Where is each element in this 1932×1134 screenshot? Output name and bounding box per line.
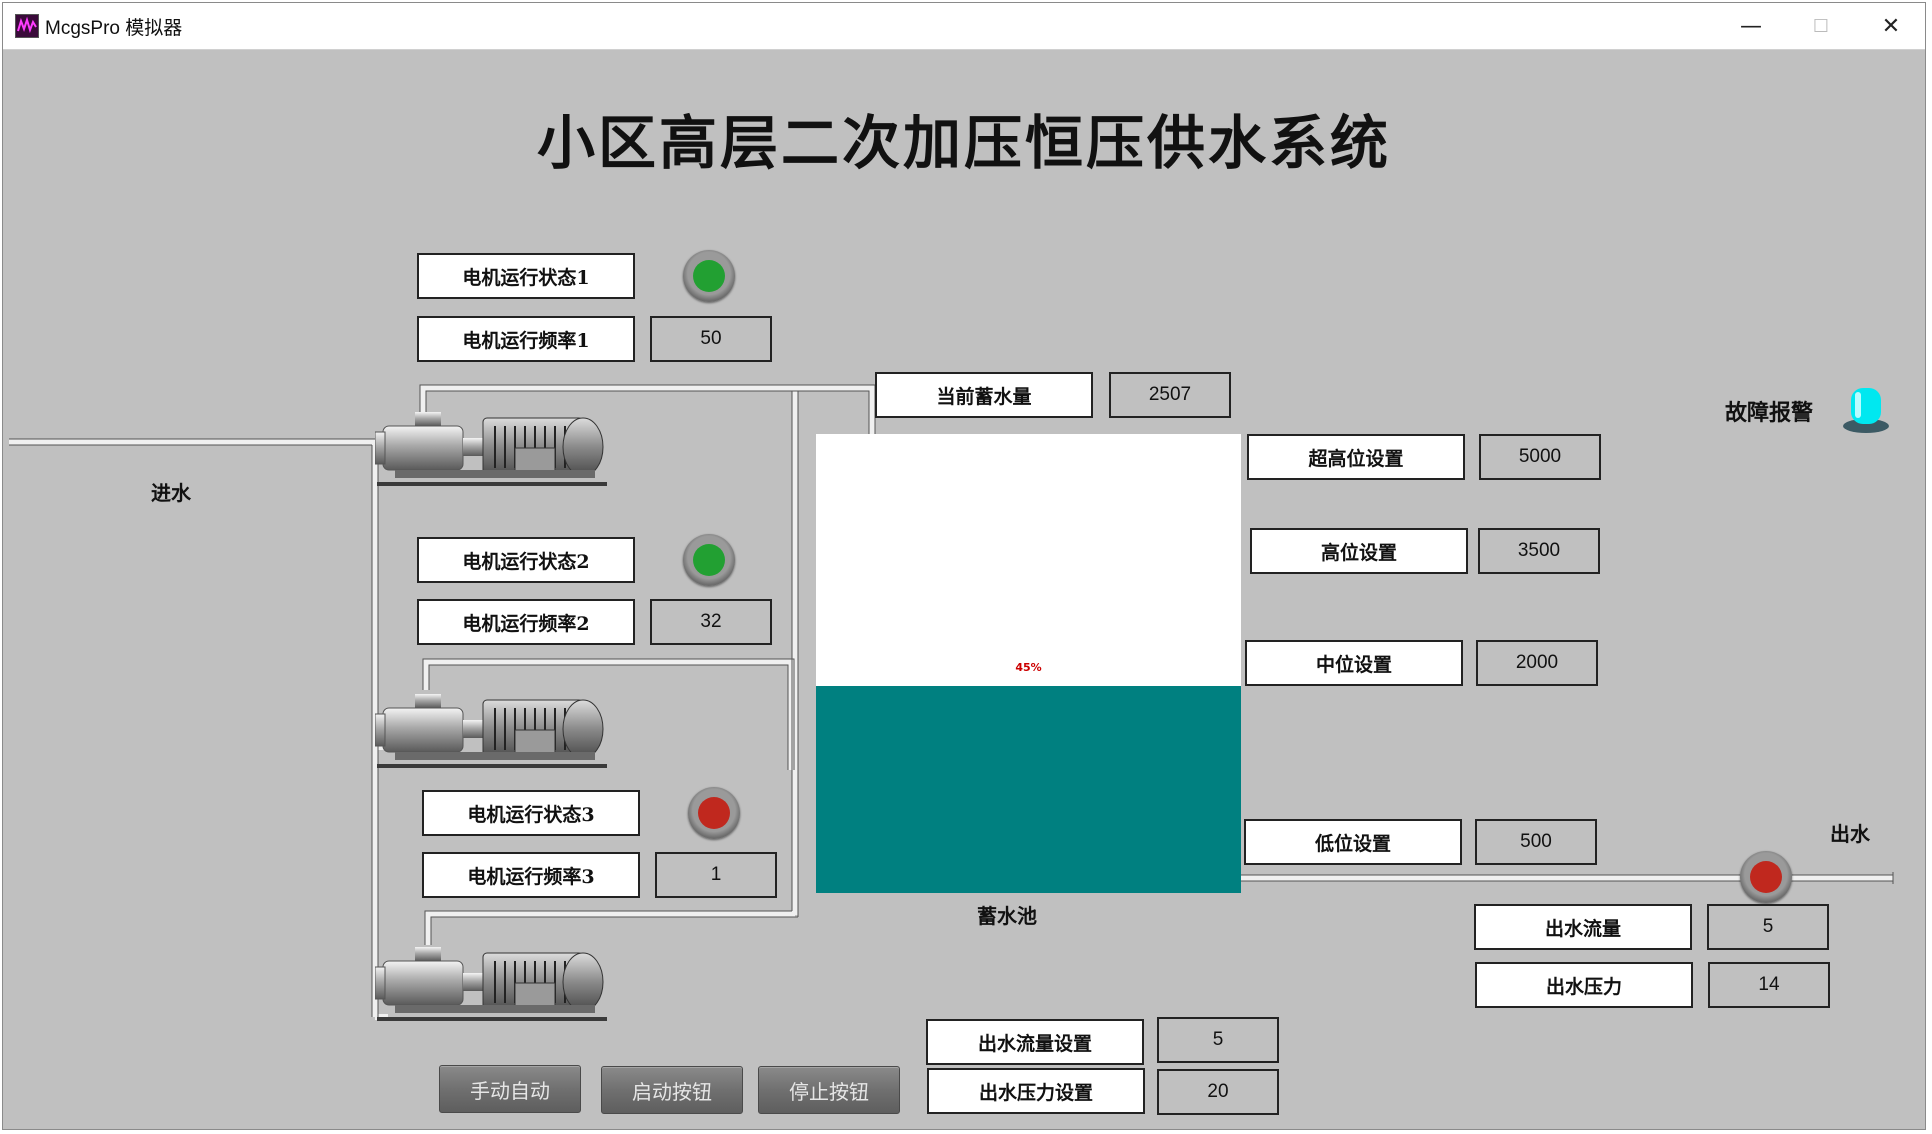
pressure-setpoint-label: 出水压力设置 bbox=[927, 1068, 1145, 1114]
inlet-label: 进水 bbox=[151, 481, 191, 505]
outpressure-value: 14 bbox=[1708, 962, 1830, 1008]
water-tank: 45% bbox=[816, 434, 1241, 893]
tank-label: 蓄水池 bbox=[977, 904, 1037, 928]
motor-1-freq-value[interactable]: 50 bbox=[650, 316, 772, 362]
high-setpoint-label: 高位设置 bbox=[1250, 528, 1468, 574]
motor-2-status-label: 电机运行状态2 bbox=[417, 537, 635, 583]
pressure-setpoint-value[interactable]: 20 bbox=[1157, 1069, 1279, 1115]
start-button[interactable]: 启动按钮 bbox=[601, 1066, 743, 1114]
maximize-button[interactable]: ☐ bbox=[1793, 9, 1849, 43]
outpressure-label: 出水压力 bbox=[1475, 962, 1693, 1008]
title-bar: McgsPro 模拟器 — ☐ ✕ bbox=[3, 3, 1925, 50]
pump-1-icon bbox=[375, 412, 607, 486]
water-level-fill bbox=[816, 686, 1241, 893]
storage-label: 当前蓄水量 bbox=[875, 372, 1093, 418]
hmi-canvas: 小区高层二次加压恒压供水系统 电机运行状态1 电机运行频率1 50 电机运行状态… bbox=[3, 50, 1925, 1129]
motor-3-freq-value[interactable]: 1 bbox=[655, 852, 777, 898]
simulator-window: McgsPro 模拟器 — ☐ ✕ 小区高层二次加压恒压供水系统 电机运行状态1… bbox=[2, 2, 1926, 1130]
app-logo-icon bbox=[15, 14, 39, 38]
fault-alarm-label: 故障报警 bbox=[1725, 400, 1814, 426]
tank-percent: 45% bbox=[1015, 661, 1042, 675]
minimize-button[interactable]: — bbox=[1723, 9, 1779, 43]
motor-3-status-label: 电机运行状态3 bbox=[422, 790, 640, 836]
high-setpoint-value[interactable]: 3500 bbox=[1478, 528, 1600, 574]
outlet-valve-lamp bbox=[1740, 851, 1792, 903]
outflow-value: 5 bbox=[1707, 904, 1829, 950]
window-title: McgsPro 模拟器 bbox=[45, 18, 183, 39]
low-setpoint-label: 低位设置 bbox=[1244, 819, 1462, 865]
motor-1-status-label: 电机运行状态1 bbox=[417, 253, 635, 299]
motor-1-freq-label: 电机运行频率1 bbox=[417, 316, 635, 362]
motor-3-status-lamp bbox=[688, 787, 740, 839]
pump-2-icon bbox=[375, 694, 607, 768]
mid-setpoint-value[interactable]: 2000 bbox=[1476, 640, 1598, 686]
super-high-setpoint-label: 超高位设置 bbox=[1247, 434, 1465, 480]
outlet-label: 出水 bbox=[1830, 822, 1870, 846]
close-button[interactable]: ✕ bbox=[1863, 9, 1919, 43]
motor-2-freq-value[interactable]: 32 bbox=[650, 599, 772, 645]
pump-3-icon bbox=[375, 947, 607, 1021]
low-setpoint-value[interactable]: 500 bbox=[1475, 819, 1597, 865]
flow-setpoint-label: 出水流量设置 bbox=[926, 1019, 1144, 1065]
stop-button[interactable]: 停止按钮 bbox=[758, 1066, 900, 1114]
motor-3-freq-label: 电机运行频率3 bbox=[422, 852, 640, 898]
flow-setpoint-value[interactable]: 5 bbox=[1157, 1017, 1279, 1063]
manual-auto-button[interactable]: 手动自动 bbox=[439, 1065, 581, 1113]
motor-2-status-lamp bbox=[683, 534, 735, 586]
fault-alarm-icon bbox=[1843, 388, 1889, 433]
super-high-setpoint-value[interactable]: 5000 bbox=[1479, 434, 1601, 480]
mid-setpoint-label: 中位设置 bbox=[1245, 640, 1463, 686]
outflow-label: 出水流量 bbox=[1474, 904, 1692, 950]
storage-value: 2507 bbox=[1109, 372, 1231, 418]
motor-2-freq-label: 电机运行频率2 bbox=[417, 599, 635, 645]
motor-1-status-lamp bbox=[683, 250, 735, 302]
